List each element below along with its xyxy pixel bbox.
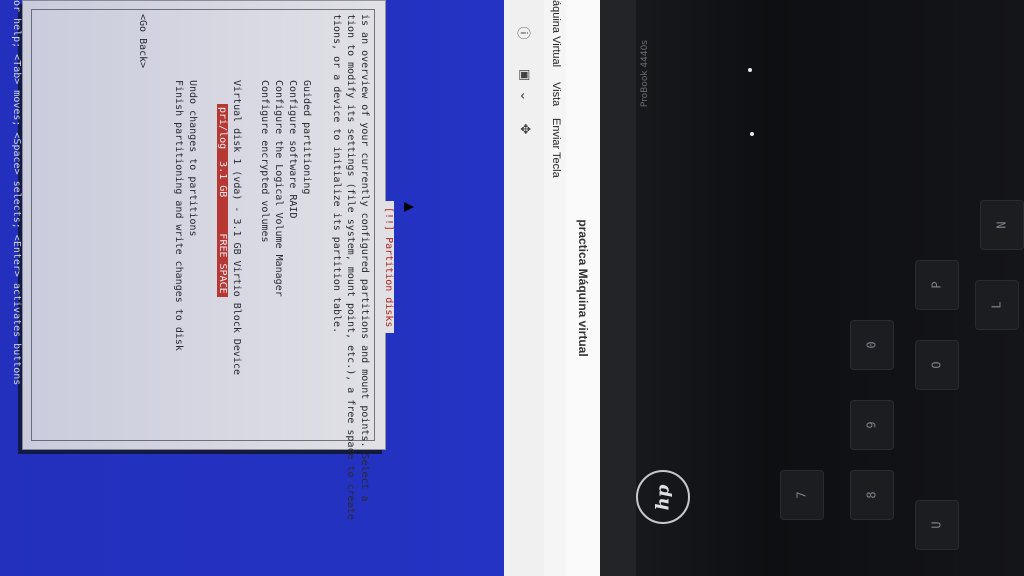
status-led <box>750 132 754 136</box>
intro-line: tion to modify its settings (file system… <box>345 14 356 520</box>
hp-logo-icon: hp <box>636 470 690 524</box>
info-icon[interactable]: ⓘ <box>514 22 536 44</box>
free-space-row[interactable]: pri/log 3.1 GB FREE SPACE <box>217 104 228 297</box>
dialog-title: [!!] Partition disks <box>383 201 394 334</box>
disk-label[interactable]: Virtual disk 1 (vda) - 3.1 GB Virtio Blo… <box>231 80 242 375</box>
keyboard-key: P <box>915 260 959 310</box>
finish-partitioning-item[interactable]: Finish partitioning and write changes to… <box>173 80 184 351</box>
help-line: or help; <Tab> moves; <Space> selects; <… <box>11 0 22 386</box>
laptop-model: ProBook 4440s <box>640 40 650 108</box>
keyboard-key: N <box>980 200 1024 250</box>
go-back-button[interactable]: <Go Back> <box>137 14 148 68</box>
menu-vista[interactable]: Vista <box>550 82 562 106</box>
monitor-icon[interactable]: ▣ <box>514 64 536 86</box>
intro-line: is an overview of your currently configu… <box>359 14 370 502</box>
mouse-cursor-icon <box>404 202 414 212</box>
menu-bar: áquina Virtual Vista Enviar Tecla <box>544 0 566 576</box>
option-lvm[interactable]: Configure the Logical Volume Manager <box>273 80 284 297</box>
option-software-raid[interactable]: Configure software RAID <box>287 80 298 218</box>
move-icon[interactable]: ✥ <box>514 118 536 140</box>
partition-dialog: [!!] Partition disks is an overview of y… <box>22 0 394 520</box>
window-title: practica Máquina virtual <box>576 219 590 357</box>
menu-enviar-tecla[interactable]: Enviar Tecla <box>550 118 562 178</box>
keyboard-key: 0 <box>850 320 894 370</box>
status-led <box>748 68 752 72</box>
keyboard-key: U <box>915 500 959 550</box>
vm-display[interactable]: [!!] Partition disks is an overview of y… <box>0 0 504 576</box>
keyboard-key: 7 <box>780 470 824 520</box>
menu-maquina-virtual[interactable]: áquina Virtual <box>550 0 562 67</box>
keyboard-key: 8 <box>850 470 894 520</box>
screen-bezel <box>596 0 636 576</box>
keyboard-key: 9 <box>850 400 894 450</box>
dialog-frame: is an overview of your currently configu… <box>31 9 375 520</box>
intro-line: tions, or a device to initialize its par… <box>331 14 342 334</box>
toolbar: ⓘ ▣ ⌄ ✥ <box>503 0 544 576</box>
laptop-screen: practica Máquina virtual áquina Virtual … <box>0 0 600 576</box>
undo-changes-item[interactable]: Undo changes to partitions <box>187 80 198 237</box>
keyboard-key: L <box>975 280 1019 330</box>
vm-window: practica Máquina virtual áquina Virtual … <box>0 0 600 576</box>
option-encrypted-volumes[interactable]: Configure encrypted volumes <box>259 80 270 243</box>
window-titlebar: practica Máquina virtual <box>565 0 600 576</box>
chevron-down-icon[interactable]: ⌄ <box>514 88 536 104</box>
keyboard-key: O <box>915 340 959 390</box>
option-guided-partitioning[interactable]: Guided partitioning <box>301 80 312 194</box>
